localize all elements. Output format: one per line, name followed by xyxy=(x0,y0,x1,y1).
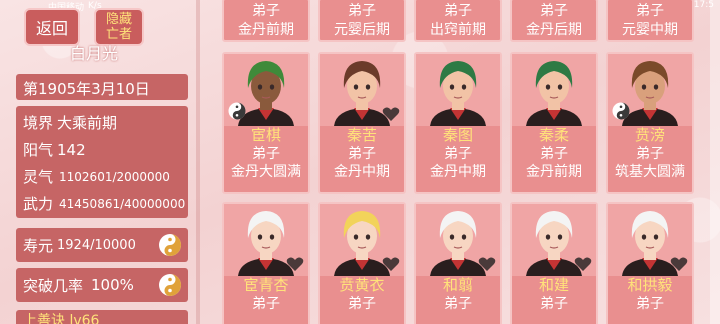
taiji-icon[interactable] xyxy=(158,273,182,297)
disciple-role: 弟子 xyxy=(252,146,280,162)
disciple-name: 秦柔 xyxy=(538,126,569,144)
disciple-realm: 金丹大圆满 xyxy=(231,164,301,180)
stat-spirit: 灵气 1102601/2000000 xyxy=(23,163,181,190)
disciple-card[interactable]: 弟子 金丹后期 xyxy=(510,0,598,42)
scrollbar[interactable] xyxy=(710,0,720,324)
heart-icon xyxy=(286,257,304,271)
panel-divider xyxy=(196,0,200,324)
portrait xyxy=(608,54,692,126)
disciple-name: 秦苦 xyxy=(346,126,377,144)
disciple-name: 和拱毅 xyxy=(627,276,673,294)
stat-label: 阳气 xyxy=(23,141,54,159)
disciple-card[interactable]: 秦图 弟子 金丹中期 xyxy=(414,52,502,194)
disciple-card[interactable]: 和拱毅 弟子 xyxy=(606,202,694,324)
stat-label: 灵气 xyxy=(23,168,54,186)
portrait xyxy=(512,54,596,126)
disciple-card[interactable]: 秦苦 弟子 金丹中期 xyxy=(318,52,406,194)
disciple-name: 贲黄衣 xyxy=(339,276,385,294)
yinyang-icon xyxy=(228,102,246,120)
disciple-name: 和建 xyxy=(538,276,569,294)
heart-icon xyxy=(382,107,400,121)
skill-row[interactable]: 上善诀 lv66 xyxy=(16,310,188,324)
disciple-card[interactable]: 秦柔 弟子 金丹前期 xyxy=(510,52,598,194)
portrait xyxy=(224,54,308,126)
taiji-icon[interactable] xyxy=(158,233,182,257)
disciple-role: 弟子 xyxy=(252,296,280,312)
breakthrough-row[interactable]: 突破几率 100% xyxy=(16,268,188,302)
disciple-role: 弟子 xyxy=(348,146,376,162)
heart-icon xyxy=(670,257,688,271)
disciple-realm: 金丹中期 xyxy=(334,164,390,180)
disciple-realm: 出窍前期 xyxy=(430,22,486,38)
disciple-name: 秦图 xyxy=(442,126,473,144)
disciple-card[interactable]: 弟子 出窍前期 xyxy=(414,0,502,42)
heart-icon xyxy=(574,257,592,271)
portrait xyxy=(608,204,692,276)
heart-icon xyxy=(478,257,496,271)
disciple-role: 弟子 xyxy=(636,146,664,162)
stat-value: 142 xyxy=(57,140,86,159)
stat-yang: 阳气 142 xyxy=(23,136,181,163)
portrait xyxy=(320,54,404,126)
disciple-role: 弟子 xyxy=(636,3,664,19)
disciple-card[interactable]: 和建 弟子 xyxy=(510,202,598,324)
breakthrough-label: 突破几率 xyxy=(23,276,84,295)
disciple-name: 和翦 xyxy=(442,276,473,294)
disciple-card[interactable]: 弟子 元婴后期 xyxy=(318,0,406,42)
disciple-realm: 金丹中期 xyxy=(430,164,486,180)
disciple-name: 宦棋 xyxy=(250,126,281,144)
stat-value: 41450861/40000000 xyxy=(59,196,186,211)
lifespan-label: 寿元 xyxy=(23,236,54,255)
disciple-role: 弟子 xyxy=(444,296,472,312)
stat-label: 武力 xyxy=(23,195,54,213)
disciple-role: 弟子 xyxy=(540,296,568,312)
disciple-realm: 金丹前期 xyxy=(526,164,582,180)
stat-value: 1102601/2000000 xyxy=(59,169,170,184)
lifespan-row[interactable]: 寿元 1924/10000 xyxy=(16,228,188,262)
portrait xyxy=(320,204,404,276)
stats-panel: 境界 大乘前期 阳气 142 灵气 1102601/2000000 武力 414… xyxy=(16,106,188,218)
disciple-realm: 元婴中期 xyxy=(622,22,678,38)
disciple-card[interactable]: 弟子 金丹前期 xyxy=(222,0,310,42)
disciple-realm: 金丹前期 xyxy=(238,22,294,38)
breakthrough-value: 100% xyxy=(91,276,134,294)
disciple-role: 弟子 xyxy=(348,3,376,19)
player-name: 白月光 xyxy=(70,44,119,63)
disciple-card[interactable]: 和翦 弟子 xyxy=(414,202,502,324)
disciple-realm: 元婴后期 xyxy=(334,22,390,38)
stat-label: 境界 xyxy=(23,114,54,132)
game-date: 第1905年3月10日 xyxy=(16,74,188,100)
disciple-card[interactable]: 宦青杏 弟子 xyxy=(222,202,310,324)
disciple-role: 弟子 xyxy=(444,146,472,162)
stat-realm: 境界 大乘前期 xyxy=(23,109,181,136)
portrait xyxy=(224,204,308,276)
disciple-card[interactable]: 贲滂 弟子 筑基大圆满 xyxy=(606,52,694,194)
stat-force: 武力 41450861/40000000 xyxy=(23,190,185,217)
disciple-role: 弟子 xyxy=(540,146,568,162)
disciple-realm: 筑基大圆满 xyxy=(615,164,685,180)
portrait xyxy=(512,204,596,276)
disciple-role: 弟子 xyxy=(636,296,664,312)
disciple-role: 弟子 xyxy=(348,296,376,312)
disciple-name: 宦青杏 xyxy=(243,276,289,294)
portrait xyxy=(416,54,500,126)
stat-value: 大乘前期 xyxy=(57,114,118,132)
disciple-card[interactable]: 贲黄衣 弟子 xyxy=(318,202,406,324)
disciple-card[interactable]: 弟子 元婴中期 xyxy=(606,0,694,42)
disciple-role: 弟子 xyxy=(540,3,568,19)
disciple-role: 弟子 xyxy=(444,3,472,19)
disciple-card[interactable]: 宦棋 弟子 金丹大圆满 xyxy=(222,52,310,194)
yinyang-icon xyxy=(612,102,630,120)
disciple-realm: 金丹后期 xyxy=(526,22,582,38)
disciple-name: 贲滂 xyxy=(634,126,665,144)
disciple-role: 弟子 xyxy=(252,3,280,19)
heart-icon xyxy=(382,257,400,271)
portrait xyxy=(416,204,500,276)
lifespan-value: 1924/10000 xyxy=(57,237,136,253)
